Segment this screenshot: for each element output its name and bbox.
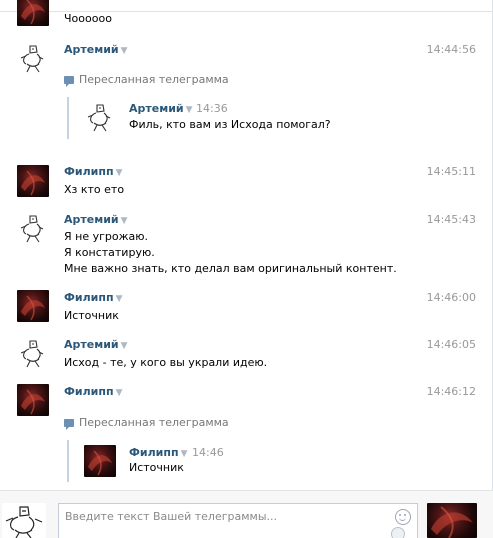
forwarded-text: Филь, кто вам из Исхода помогал? (129, 118, 331, 131)
message-text: Хз кто ето (64, 183, 125, 196)
message-text: Источник (64, 309, 119, 322)
author-name: Артемий (64, 43, 119, 56)
message-author[interactable]: Артемий ▼ (64, 213, 128, 226)
smiley-icon[interactable] (395, 509, 411, 525)
message-text: Я не угрожаю. (64, 230, 149, 243)
forward-bar (67, 440, 69, 482)
chevron-down-icon[interactable]: ▼ (116, 388, 123, 398)
chevron-down-icon[interactable]: ▼ (116, 168, 123, 178)
message-time: 14:45:11 (426, 165, 476, 178)
forwarded-label: Пересланная телеграмма (64, 73, 229, 87)
message-time: 14:46:00 (426, 291, 476, 304)
author-name: Филипп (64, 165, 114, 178)
message-input[interactable]: Введите текст Вашей телеграммы... (58, 503, 418, 538)
forwarded-label-text: Пересланная телеграмма (79, 416, 229, 429)
author-name: Филипп (64, 291, 114, 304)
message-text: Исход - те, у кого вы украли идею. (64, 356, 268, 369)
chevron-down-icon[interactable]: ▼ (181, 449, 188, 459)
author-name: Филипп (64, 385, 114, 398)
forwarded-text: Источник (129, 461, 184, 474)
forwarded-author[interactable]: Артемий ▼ (129, 102, 193, 115)
avatar-artemiy[interactable] (17, 212, 49, 244)
forwarded-author[interactable]: Филипп ▼ (129, 446, 188, 459)
avatar-artemiy[interactable] (84, 101, 116, 133)
forwarded-time: 14:46 (192, 446, 224, 459)
message-icon (64, 76, 74, 87)
message-time: 14:45:43 (426, 213, 476, 226)
forwarded-time: 14:36 (196, 102, 228, 115)
chevron-down-icon[interactable]: ▼ (121, 46, 128, 56)
avatar-filipp[interactable] (17, 384, 49, 416)
own-avatar[interactable] (2, 503, 46, 538)
avatar-filipp[interactable] (17, 0, 49, 26)
message-text: Чоооооо (64, 12, 112, 25)
avatar-filipp[interactable] (84, 445, 116, 477)
author-name: Филипп (129, 446, 179, 459)
scroll-handle[interactable] (391, 527, 405, 538)
partner-avatar[interactable] (427, 503, 477, 538)
message-author[interactable]: Артемий ▼ (64, 338, 128, 351)
message-text: Я констатирую. (64, 246, 155, 259)
chevron-down-icon[interactable]: ▼ (121, 216, 128, 226)
avatar-artemiy[interactable] (17, 42, 49, 74)
message-input-placeholder: Введите текст Вашей телеграммы... (65, 510, 278, 523)
forwarded-label-text: Пересланная телеграмма (79, 73, 229, 86)
message-author[interactable]: Филипп ▼ (64, 291, 123, 304)
author-name: Артемий (64, 213, 119, 226)
chevron-down-icon[interactable]: ▼ (121, 341, 128, 351)
message-author[interactable]: Филипп ▼ (64, 165, 123, 178)
chevron-down-icon[interactable]: ▼ (186, 105, 193, 115)
avatar-filipp[interactable] (17, 165, 49, 197)
message-text: Мне важно знать, кто делал вам оригиналь… (64, 262, 397, 275)
forwarded-label: Пересланная телеграмма (64, 416, 229, 430)
forward-bar (67, 97, 69, 139)
chevron-down-icon[interactable]: ▼ (116, 294, 123, 304)
author-name: Артемий (129, 102, 184, 115)
message-author[interactable]: Артемий ▼ (64, 43, 128, 56)
message-icon (64, 419, 74, 430)
author-name: Артемий (64, 338, 119, 351)
avatar-filipp[interactable] (17, 290, 49, 322)
message-time: 14:46:12 (426, 385, 476, 398)
message-time: 14:44:56 (426, 43, 476, 56)
message-time: 14:46:05 (426, 338, 476, 351)
avatar-artemiy[interactable] (17, 337, 49, 369)
message-author[interactable]: Филипп ▼ (64, 385, 123, 398)
